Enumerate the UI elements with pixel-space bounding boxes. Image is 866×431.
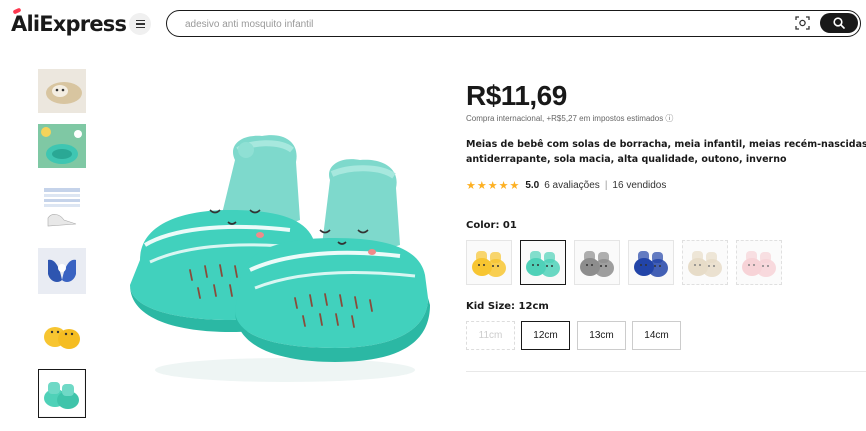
- rating-row: ★★★★★ 5.0 6 avaliações | 16 vendidos: [466, 179, 666, 192]
- star-rating-icon: ★★★★★: [466, 180, 521, 192]
- product-title-line-2: antiderrapante, sola macia, alta qualida…: [466, 154, 787, 165]
- size-option-11cm: 11cm: [466, 321, 515, 350]
- size-label: Kid Size: 12cm: [466, 301, 549, 312]
- sock-thumbnail-icon: [742, 251, 776, 277]
- color-swatch-pink[interactable]: [736, 240, 782, 285]
- search-bar: [166, 10, 861, 37]
- sock-thumbnail-icon: [526, 251, 560, 277]
- camera-search-icon[interactable]: [795, 16, 810, 30]
- product-title-line-1: Meias de bebê com solas de borracha, mei…: [466, 139, 866, 150]
- sock-thumbnail-icon: [634, 251, 668, 277]
- search-input[interactable]: [185, 16, 785, 32]
- thumbnail-4[interactable]: [38, 248, 86, 294]
- main-product-image[interactable]: [100, 70, 445, 418]
- baby-socks-illustration: [130, 135, 430, 382]
- thumbnail-1[interactable]: [38, 69, 86, 113]
- search-button[interactable]: [820, 13, 858, 33]
- product-title: Meias de bebê com solas de borracha, mei…: [466, 137, 866, 167]
- color-swatch-mint[interactable]: [520, 240, 566, 285]
- color-swatch-yellow[interactable]: [466, 240, 512, 285]
- size-option-14cm[interactable]: 14cm: [632, 321, 681, 350]
- color-swatch-beige[interactable]: [682, 240, 728, 285]
- sock-thumbnail-icon: [472, 251, 506, 277]
- top-header: AliExpress: [0, 0, 866, 48]
- thumbnail-6-selected[interactable]: [38, 369, 86, 418]
- product-price: R$11,69: [466, 80, 567, 111]
- tax-note: Compra internacional, +R$5,27 em imposto…: [466, 114, 674, 123]
- thumbnail-3[interactable]: [38, 184, 86, 234]
- color-swatch-blue[interactable]: [628, 240, 674, 285]
- sold-count: 16 vendidos: [612, 180, 667, 191]
- sock-thumbnail-icon: [688, 251, 722, 277]
- size-option-13cm[interactable]: 13cm: [577, 321, 626, 350]
- rating-score: 5.0: [525, 180, 540, 191]
- separator: |: [604, 180, 608, 191]
- size-option-12cm[interactable]: 12cm: [521, 321, 570, 350]
- hamburger-icon: [135, 20, 145, 28]
- color-swatch-grey[interactable]: [574, 240, 620, 285]
- sock-thumbnail-icon: [580, 251, 614, 277]
- thumbnail-5[interactable]: [38, 309, 86, 356]
- color-label: Color: 01: [466, 220, 517, 231]
- search-icon: [833, 17, 845, 29]
- divider: [466, 371, 866, 372]
- reviews-link[interactable]: 6 avaliações: [544, 180, 600, 191]
- thumbnail-2[interactable]: [38, 124, 86, 168]
- menu-button[interactable]: [129, 13, 151, 35]
- aliexpress-logo[interactable]: AliExpress: [11, 12, 127, 36]
